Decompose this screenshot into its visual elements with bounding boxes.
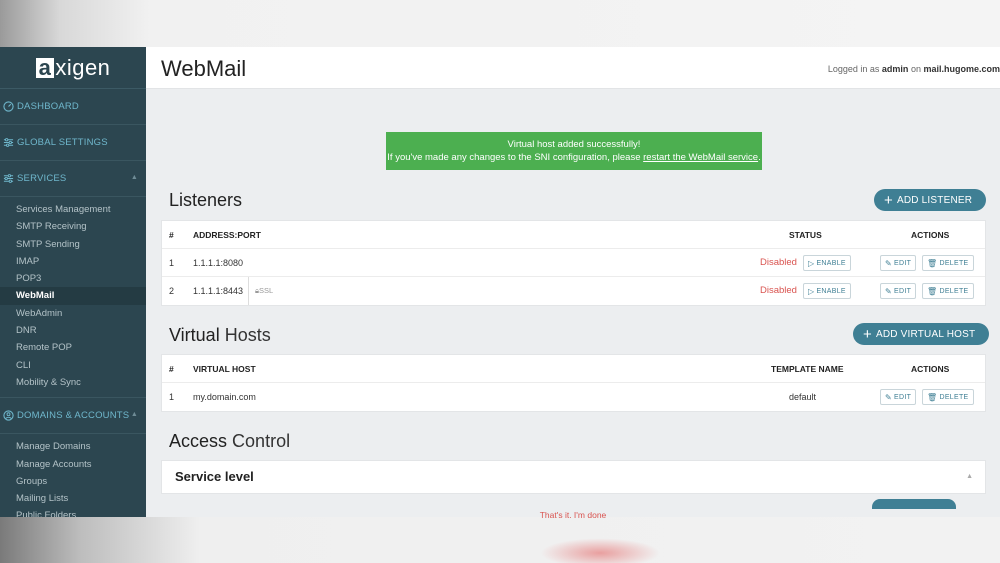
backdrop-top [0,0,1000,47]
sidebar-item-label: DOMAINS & ACCOUNTS [17,410,130,422]
app-window: a xigen DASHBOARD GLOBAL SETTINGS SERVICE… [0,47,1000,517]
trash-icon: 🗑 [927,286,938,296]
sidebar-item-smtp-receiving[interactable]: SMTP Receiving [0,218,146,235]
listeners-title: Listeners [169,190,243,210]
table-header: # VIRTUAL HOST TEMPLATE NAME ACTIONS [162,355,985,383]
enable-button[interactable]: ▷ ENABLE [803,283,851,299]
sidebar-item-mobility-sync[interactable]: Mobility & Sync [0,374,146,391]
sidebar-item-services-management[interactable]: Services Management [0,201,146,218]
restart-webmail-link[interactable]: restart the WebMail service [643,152,758,163]
sidebar-item-dashboard[interactable]: DASHBOARD [0,89,146,125]
sidebar-item-groups[interactable]: Groups [0,473,146,490]
success-toast: Virtual host added successfully! If you'… [386,132,762,170]
sidebar-item-mailing-lists[interactable]: Mailing Lists [0,490,146,507]
server-host: mail.hugome.com [923,64,1000,74]
chevron-up-icon[interactable]: ▲ [966,473,973,480]
sidebar-item-webmail[interactable]: WebMail [0,287,146,305]
sidebar-item-dnr[interactable]: DNR [0,322,146,339]
sidebar-item-imap[interactable]: IMAP [0,253,146,270]
table-row: 1 my.domain.com default ✎ EDIT 🗑 DELETE [162,383,985,411]
username[interactable]: admin [882,64,909,74]
sidebar-item-remote-pop[interactable]: Remote POP [0,339,146,356]
add-listener-button[interactable]: + ADD LISTENER [874,189,987,211]
edit-button[interactable]: ✎ EDIT [880,283,917,299]
table-row: 1 1.1.1.1:8080 Disabled ▷ ENABLE ✎ EDIT 🗑 D… [162,249,985,277]
main-content: WebMail Logged in as admin on mail.hugom… [146,47,1000,517]
sliders-icon [2,137,14,149]
sidebar-item-smtp-sending[interactable]: SMTP Sending [0,236,146,253]
enable-button[interactable]: ▷ ENABLE [803,255,851,271]
virtual-hosts-table: # VIRTUAL HOST TEMPLATE NAME ACTIONS 1 m… [161,354,986,412]
delete-button[interactable]: 🗑 DELETE [922,283,974,299]
axigen-logo: a xigen [35,55,111,81]
chevron-up-icon: ▲ [130,411,138,419]
access-control-title: Access Control [169,431,291,451]
status-badge: Disabled [760,257,797,268]
sidebar: a xigen DASHBOARD GLOBAL SETTINGS SERVICE… [0,47,146,517]
sidebar-item-services[interactable]: SERVICES ▲ [0,161,146,197]
table-row: 2 1.1.1.1:8443 🔒︎SSL Disabled ▷ ENABLE ✎ E… [162,277,985,305]
services-submenu: Services Management SMTP Receiving SMTP … [0,197,146,399]
play-icon: ▷ [808,258,815,268]
backdrop-bottom [0,517,1000,563]
ssl-badge: 🔒︎SSL [248,277,273,305]
pencil-icon: ✎ [885,258,893,268]
plus-icon: + [884,191,893,209]
table-header: # ADDRESS:PORT STATUS ACTIONS [162,221,985,249]
dashboard-icon [2,101,14,113]
listeners-table: # ADDRESS:PORT STATUS ACTIONS 1 1.1.1.1:… [161,220,986,306]
sidebar-item-cli[interactable]: CLI [0,357,146,374]
play-icon: ▷ [808,286,815,296]
service-level-panel[interactable]: Service level ▲ [161,460,986,494]
backdrop-blur [540,538,660,563]
services-icon [2,173,14,185]
edit-button[interactable]: ✎ EDIT [880,389,917,405]
sidebar-item-domains-accounts[interactable]: DOMAINS & ACCOUNTS ▲ [0,398,146,435]
sidebar-item-label: DASHBOARD [17,101,79,112]
page-title: WebMail [161,56,247,81]
partially-visible-button[interactable] [872,499,956,509]
delete-button[interactable]: 🗑 DELETE [922,255,974,271]
done-caption: That's it. I'm done [539,510,607,520]
sidebar-item-pop3[interactable]: POP3 [0,270,146,287]
domains-submenu: Manage Domains Manage Accounts Groups Ma… [0,434,146,517]
domains-icon [2,410,14,422]
sidebar-item-global-settings[interactable]: GLOBAL SETTINGS [0,125,146,161]
chevron-up-icon: ▲ [130,174,138,181]
edit-button[interactable]: ✎ EDIT [880,255,917,271]
sidebar-item-manage-domains[interactable]: Manage Domains [0,438,146,455]
delete-button[interactable]: 🗑 DELETE [922,389,974,405]
pencil-icon: ✎ [885,392,893,402]
trash-icon: 🗑 [927,258,938,268]
add-virtual-host-button[interactable]: + ADD VIRTUAL HOST [853,323,990,345]
sidebar-item-label: GLOBAL SETTINGS [17,137,108,148]
plus-icon: + [863,325,872,343]
status-badge: Disabled [760,285,797,296]
virtual-hosts-title: Virtual Hosts [169,325,271,345]
sidebar-item-label: SERVICES [17,173,67,184]
pencil-icon: ✎ [885,286,893,296]
top-bar: WebMail Logged in as admin on mail.hugom… [146,47,1000,89]
sidebar-item-manage-accounts[interactable]: Manage Accounts [0,456,146,473]
sidebar-item-webadmin[interactable]: WebAdmin [0,305,146,322]
trash-icon: 🗑 [927,392,938,402]
login-info: Logged in as admin on mail.hugome.com [827,64,1000,74]
logo[interactable]: a xigen [0,47,146,89]
